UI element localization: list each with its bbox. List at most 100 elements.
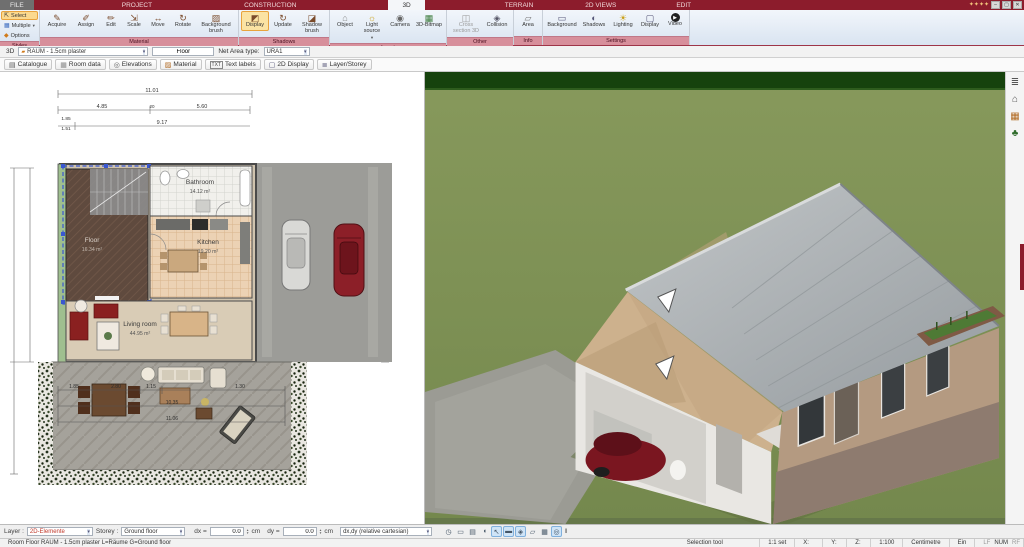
maximize-button[interactable]: ▢	[1002, 1, 1011, 9]
patio[interactable]: 1.85 2.80 1.15 1.30 10.35 11.06	[38, 362, 307, 485]
floor-plan-pane[interactable]: 11.01 4.85 20 5.60 9.17 1.85 1.51	[0, 72, 425, 524]
materials-icon[interactable]: ▦	[1010, 112, 1019, 122]
dim-label: 1.30	[235, 384, 245, 390]
tab-project[interactable]: PROJECT	[112, 0, 162, 10]
shadow-display-button[interactable]: ◩Display	[241, 11, 269, 31]
net-area-type-label: Net Area type:	[218, 48, 259, 55]
3d-view-pane[interactable]	[425, 72, 1005, 524]
room-floor[interactable]: Floor 16.34 m²	[61, 164, 151, 304]
speaker-icon[interactable]: ◖	[479, 526, 490, 537]
ribbon-group-insert: ⌂Object ☼Light source▾ ◉Camera ▦3D-Bitma…	[330, 10, 447, 45]
folder-icon[interactable]: ▱	[527, 526, 538, 537]
main-workspace: 11.01 4.85 20 5.60 9.17 1.85 1.51	[0, 72, 1024, 524]
printer-icon[interactable]: ▤	[467, 526, 478, 537]
text-labels-icon: TXT	[210, 61, 223, 69]
bathtub	[240, 170, 250, 206]
driveway[interactable]	[255, 163, 392, 362]
shadows-settings-button[interactable]: ◐Shadows	[579, 11, 609, 31]
select-button[interactable]: ⇱Select	[1, 11, 38, 20]
text-labels-button[interactable]: TXTText labels	[205, 59, 261, 70]
layer-dropdown[interactable]: 2D-Elemente ▾	[27, 527, 93, 536]
room-living[interactable]: Living room 44.95 m²	[66, 300, 252, 360]
tab-edit[interactable]: EDIT	[666, 0, 701, 10]
background-brush-button[interactable]: ▨Background brush	[196, 11, 236, 37]
scrollbar-thumb[interactable]	[1020, 244, 1024, 290]
car-red[interactable]	[334, 224, 364, 296]
coord-mode-dropdown[interactable]: dx,dy (relative cartesian) ▾	[340, 527, 432, 536]
tab-3d[interactable]: 3D	[388, 0, 424, 10]
collision-button[interactable]: ◈Collision	[483, 11, 511, 31]
lighting-settings-button[interactable]: ☀Lighting	[609, 11, 637, 31]
area-button[interactable]: ▱Area	[516, 11, 540, 31]
chevron-down-icon: ▾	[180, 529, 183, 535]
edit-button[interactable]: ✏Edit	[100, 11, 122, 31]
tab-terrain[interactable]: TERRAIN	[495, 0, 544, 10]
tree-icon[interactable]: ♣	[1012, 129, 1019, 139]
light-source-button[interactable]: ☼Light source▾	[358, 11, 386, 43]
grid-icon[interactable]: ▦	[539, 526, 550, 537]
plant-border-left	[38, 362, 53, 484]
target-icon[interactable]: ◎	[551, 526, 562, 537]
scale-set[interactable]: 1:1 set	[760, 539, 795, 547]
display-settings-button[interactable]: ▢Display	[637, 11, 663, 31]
storey-dropdown[interactable]: Ground floor ▾	[121, 527, 185, 536]
cross-section-3d-button[interactable]: ◫Cross section 3D	[449, 11, 483, 37]
cursor-snap-icon[interactable]: ↖	[491, 526, 502, 537]
ribbon-group-other: ◫Cross section 3D ◈Collision Other	[447, 10, 514, 45]
toggle-ein[interactable]: Ein	[950, 539, 976, 547]
tab-2d-views[interactable]: 2D VIEWS	[575, 0, 626, 10]
tab-file[interactable]: FILE	[0, 0, 34, 10]
net-area-type-dropdown[interactable]: URA1 ▾	[264, 47, 310, 56]
layers-snap-icon[interactable]: ◈	[515, 526, 526, 537]
quick-access-icons[interactable]: ✦✦✦✦	[969, 1, 989, 9]
right-toolbar: ≣ ⌂ ▦ ♣	[1005, 72, 1024, 524]
acquire-button[interactable]: ✎Acquire	[42, 11, 72, 31]
floor-plan-canvas[interactable]: 11.01 4.85 20 5.60 9.17 1.85 1.51	[0, 72, 425, 524]
3d-bitmap-button[interactable]: ▦3D-Bitmap	[414, 11, 444, 31]
scale-button[interactable]: ⇲Scale	[122, 11, 146, 31]
shadow-brush-button[interactable]: ◪Shadow brush	[297, 11, 327, 37]
3d-render-canvas[interactable]	[425, 72, 1005, 524]
close-button[interactable]: ✕	[1013, 1, 1022, 9]
2d-display-button[interactable]: ▢2D Display	[264, 59, 314, 70]
clock-icon[interactable]: ◷	[443, 526, 454, 537]
layers-icon[interactable]: ≣	[1011, 78, 1019, 88]
dx-input[interactable]	[210, 527, 244, 536]
video-button[interactable]: ▶Video	[663, 11, 687, 30]
dx-spinner[interactable]: ▴▾	[247, 529, 249, 535]
room-kitchen[interactable]: Kitchen 19.20 m²	[150, 216, 252, 298]
car-gray[interactable]	[282, 220, 310, 290]
move-button[interactable]: ↔Move	[146, 11, 170, 31]
drawing-scale[interactable]: 1:100	[871, 539, 903, 547]
unit-indicator[interactable]: Centimetre	[903, 539, 949, 547]
rotate-button[interactable]: ↻Rotate	[170, 11, 196, 31]
furniture-icon[interactable]: ⌂	[1012, 95, 1018, 105]
minimize-button[interactable]: –	[991, 1, 1000, 9]
room-style-dropdown[interactable]: ▰ RAUM - 1.5cm plaster ▾	[18, 47, 148, 56]
group-label-other: Other	[447, 37, 513, 46]
room-data-button[interactable]: ▦Room data	[55, 59, 105, 70]
background-settings-button[interactable]: ▭Background	[545, 11, 579, 31]
shadow-update-button[interactable]: ↻Update	[269, 11, 297, 31]
options-button[interactable]: ◆Options	[1, 31, 38, 40]
screen-icon[interactable]: ▭	[455, 526, 466, 537]
multiple-button[interactable]: ▦Multiple▾	[1, 21, 38, 30]
floor-name-input[interactable]	[152, 47, 214, 56]
tab-construction[interactable]: CONSTRUCTION	[234, 0, 306, 10]
dy-input[interactable]	[283, 527, 317, 536]
dy-spinner[interactable]: ▴▾	[320, 529, 322, 535]
elevations-button[interactable]: ◎Elevations	[109, 59, 157, 70]
camera-button[interactable]: ◉Camera	[386, 11, 414, 31]
assign-button[interactable]: ✐Assign	[72, 11, 100, 31]
ribbon-group-material: ✎Acquire ✐Assign ✏Edit ⇲Scale ↔Move ↻Rot…	[40, 10, 239, 45]
dim-label: 4.85	[97, 104, 108, 110]
room-bathroom[interactable]: Bathroom 14.12 m²	[150, 166, 252, 216]
z-coord: Z:	[847, 539, 871, 547]
ruler-snap-icon[interactable]: ▬	[503, 526, 514, 537]
material-button[interactable]: ▨Material	[160, 59, 202, 70]
layer-storey-button[interactable]: ≣Layer/Storey	[317, 59, 372, 70]
toggle-num: NUM	[992, 539, 1010, 547]
catalogue-button[interactable]: ▤Catalogue	[4, 59, 52, 70]
object-button[interactable]: ⌂Object	[332, 11, 358, 31]
toilet	[160, 171, 170, 185]
